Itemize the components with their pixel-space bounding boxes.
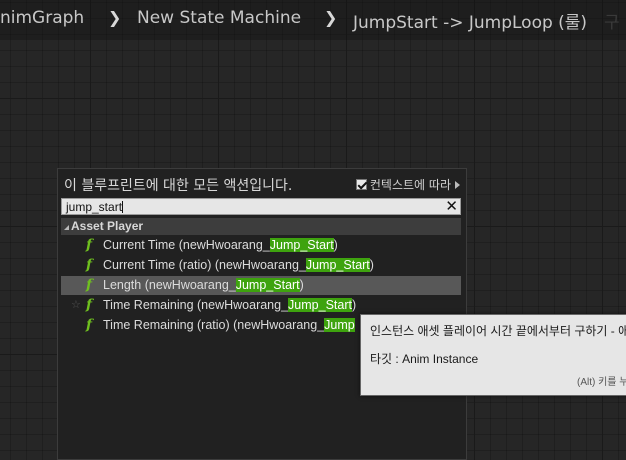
action-menu-title: 이 블루프린트에 대한 모든 액션입니다. <box>64 178 293 194</box>
search-input[interactable]: jump_start ✕ <box>61 198 461 215</box>
action-item-current-time-ratio[interactable]: f Current Time (ratio) (newHwoarang_Jump… <box>61 256 461 275</box>
breadcrumb: nimGraph ❯ New State Machine ❯ JumpStart… <box>0 0 626 40</box>
chevron-right-icon: ❯ <box>324 8 338 27</box>
action-label-prefix: Length (newHwoarang_ <box>103 278 236 292</box>
action-label-prefix: Time Remaining (newHwoarang_ <box>103 298 289 312</box>
function-icon: f <box>86 297 93 313</box>
tooltip-description: 인스턴스 애셋 플레이어 시간 끝에서부터 구하기 - 애 <box>370 324 626 338</box>
action-label-prefix: Current Time (ratio) (newHwoarang_ <box>103 258 306 272</box>
star-icon[interactable]: ☆ <box>71 296 81 315</box>
action-item-time-remaining[interactable]: ☆ f Time Remaining (newHwoarang_Jump_Sta… <box>61 296 461 315</box>
search-match-highlight: Jump_Start <box>288 298 352 312</box>
breadcrumb-item-state-machine[interactable]: New State Machine <box>137 8 301 28</box>
action-label-suffix: ) <box>333 238 338 252</box>
action-tooltip: 인스턴스 애셋 플레이어 시간 끝에서부터 구하기 - 애 타깃 : Anim … <box>360 314 626 396</box>
action-label-prefix: Time Remaining (ratio) (newHwoarang_ <box>103 318 325 332</box>
search-match-highlight: Jump_Start <box>269 238 334 252</box>
tooltip-hint: (Alt) 키를 누 <box>577 377 626 388</box>
expand-arrow-icon[interactable] <box>455 180 460 189</box>
context-sensitive-toggle[interactable]: 컨텍스트에 따라 <box>355 176 460 193</box>
breadcrumb-item-transition-rule[interactable]: JumpStart -> JumpLoop (룰) <box>353 8 587 33</box>
action-item-current-time[interactable]: f Current Time (newHwoarang_Jump_Start) <box>61 236 461 255</box>
action-label-suffix: ) <box>299 278 304 292</box>
close-icon[interactable]: ✕ <box>445 199 458 214</box>
collapse-arrow-icon[interactable] <box>64 225 69 230</box>
action-item-length[interactable]: f Length (newHwoarang_Jump_Start) <box>61 276 461 295</box>
context-sensitive-checkbox[interactable] <box>355 179 367 190</box>
function-icon: f <box>86 237 93 253</box>
category-asset-player[interactable]: Asset Player <box>61 218 461 235</box>
category-label: Asset Player <box>71 219 144 233</box>
search-match-highlight: Jump_Start <box>305 258 370 272</box>
graph-watermark: 구 <box>604 13 620 33</box>
search-match-highlight: Jump_Start <box>235 278 300 292</box>
function-icon: f <box>86 277 93 293</box>
context-sensitive-label: 컨텍스트에 따라 <box>369 178 451 192</box>
search-input-value: jump_start <box>66 200 123 214</box>
chevron-right-icon: ❯ <box>108 8 122 27</box>
action-label-suffix: ) <box>369 258 374 272</box>
search-match-highlight: Jump <box>324 318 355 332</box>
breadcrumb-item-animgraph[interactable]: nimGraph <box>0 8 84 28</box>
action-label-prefix: Current Time (newHwoarang_ <box>103 238 270 252</box>
function-icon: f <box>86 317 93 333</box>
text-caret <box>122 201 124 213</box>
tooltip-target: 타깃 : Anim Instance <box>370 352 479 366</box>
action-label-suffix: ) <box>351 298 357 312</box>
function-icon: f <box>86 257 93 273</box>
